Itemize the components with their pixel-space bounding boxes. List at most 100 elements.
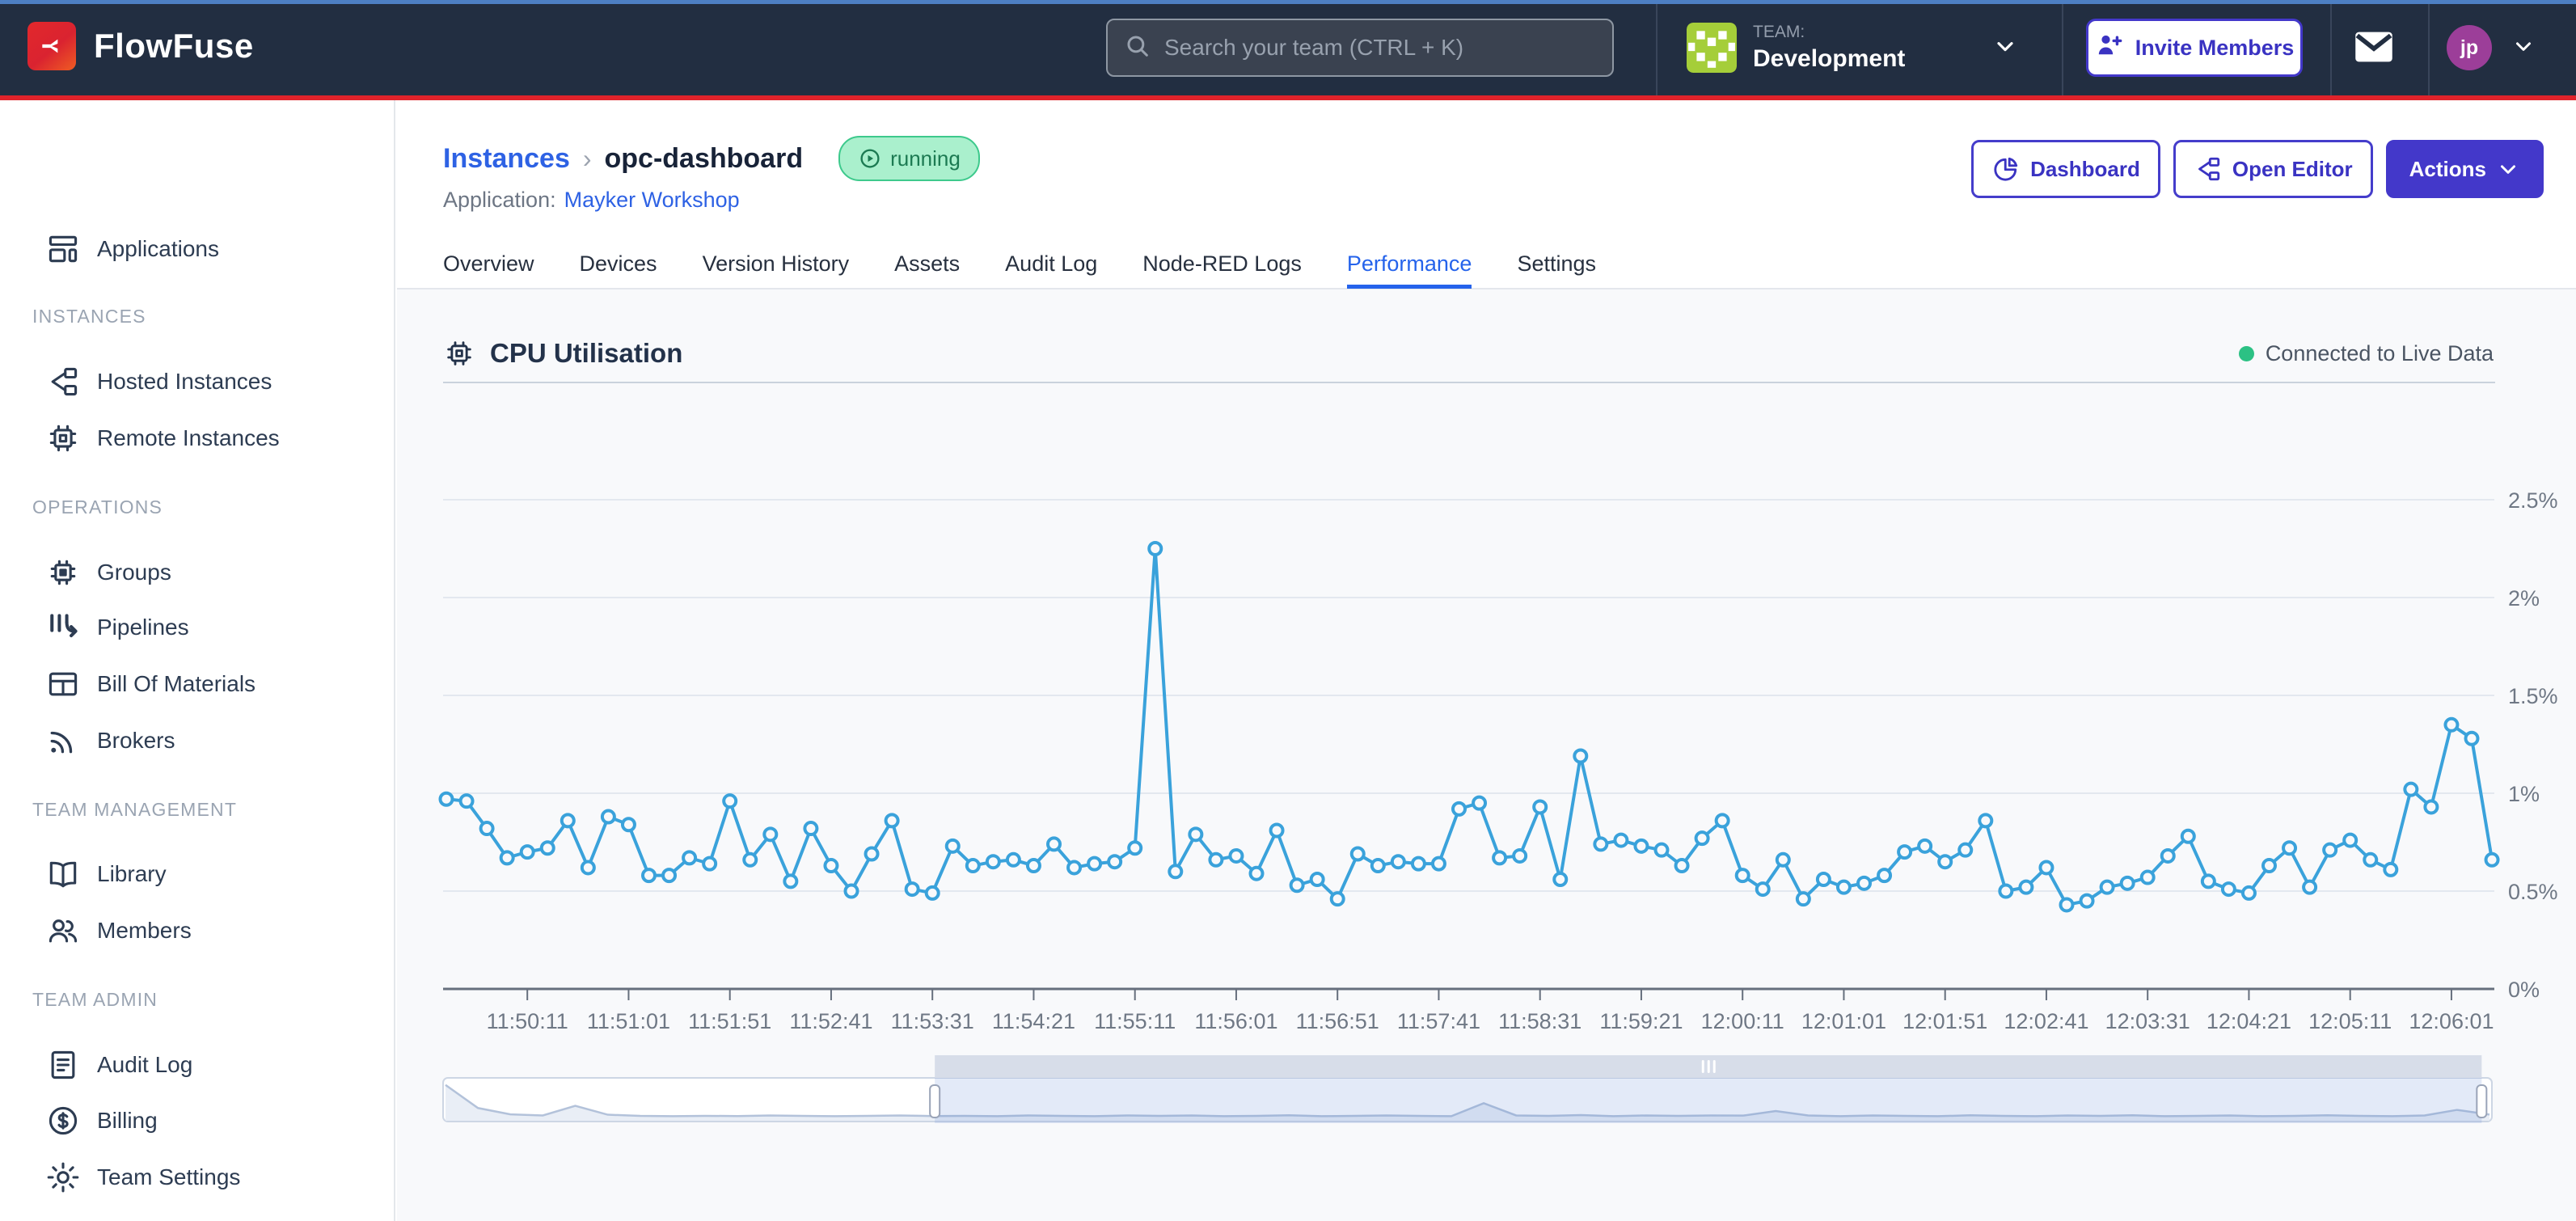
dashboard-button[interactable]: Dashboard	[1971, 140, 2160, 198]
brokers-icon	[45, 723, 81, 758]
hosted-instances-icon	[45, 364, 81, 399]
tab-performance[interactable]: Performance	[1347, 243, 1472, 289]
status-badge: running	[838, 136, 980, 181]
application-link[interactable]: Mayker Workshop	[564, 188, 740, 213]
open-editor-icon	[2194, 154, 2223, 184]
instance-tabs: Overview Devices Version History Assets …	[443, 243, 1596, 289]
section-title: CPU Utilisation	[490, 338, 682, 369]
team-name: Development	[1753, 45, 1905, 73]
team-search	[1106, 19, 1614, 77]
sidebar-item-label: Hosted Instances	[97, 369, 272, 395]
brush-right-handle[interactable]	[2477, 1085, 2486, 1117]
application-line: Application: Mayker Workshop	[443, 188, 740, 213]
sidebar-item-applications[interactable]: Applications	[0, 226, 394, 272]
breadcrumb-separator-icon: ›	[583, 144, 592, 174]
sidebar-section-team-management: TEAM MANAGEMENT	[32, 799, 237, 821]
tab-overview[interactable]: Overview	[443, 243, 534, 289]
team-avatar	[1687, 23, 1737, 73]
open-editor-button[interactable]: Open Editor	[2173, 140, 2373, 198]
sidebar-section-operations: OPERATIONS	[32, 496, 163, 518]
sidebar-item-groups[interactable]: Groups	[0, 550, 394, 595]
tab-settings[interactable]: Settings	[1517, 243, 1596, 289]
main-content: Instances › opc-dashboard running Applic…	[397, 100, 2576, 1221]
chevron-down-icon	[1992, 33, 2018, 63]
search-input[interactable]	[1163, 34, 1596, 61]
members-icon	[45, 913, 81, 948]
sidebar-item-label: Groups	[97, 560, 171, 585]
user-avatar: jp	[2447, 25, 2492, 70]
user-plus-icon	[2095, 31, 2124, 65]
chevron-down-icon	[2511, 34, 2536, 62]
billing-icon	[45, 1103, 81, 1139]
cpu-chip-icon	[443, 337, 475, 370]
team-label: TEAM:	[1753, 23, 1905, 42]
instance-actions: Dashboard Open Editor Actions	[1971, 140, 2544, 198]
sidebar-item-label: Members	[97, 918, 192, 944]
instance-name: opc-dashboard	[605, 143, 804, 175]
sidebar-item-team-settings[interactable]: Team Settings	[0, 1155, 394, 1200]
bill-of-materials-icon	[45, 666, 81, 702]
user-menu[interactable]: jp	[2447, 0, 2560, 95]
navbar-divider	[2062, 0, 2063, 95]
brush-selection[interactable]	[935, 1076, 2481, 1123]
tab-audit-log[interactable]: Audit Log	[1005, 243, 1097, 289]
sidebar-item-label: Library	[97, 861, 167, 887]
chevron-down-icon	[2496, 157, 2520, 181]
section-divider	[443, 382, 2495, 383]
sidebar-item-brokers[interactable]: Brokers	[0, 718, 394, 763]
window-accent-bar	[0, 0, 2576, 4]
live-status-label: Connected to Live Data	[2266, 341, 2494, 366]
brush-left-handle[interactable]	[930, 1085, 940, 1117]
sidebar-section-team-admin: TEAM ADMIN	[32, 989, 158, 1011]
sidebar-item-bill-of-materials[interactable]: Bill Of Materials	[0, 661, 394, 707]
actions-button-label: Actions	[2409, 157, 2486, 182]
brush-move-handle[interactable]	[935, 1055, 2481, 1078]
sidebar-item-label: Billing	[97, 1108, 158, 1134]
play-circle-icon	[858, 146, 882, 171]
pipelines-icon	[45, 610, 81, 645]
sidebar-item-label: Brokers	[97, 728, 175, 754]
flowfuse-logo[interactable]: FlowFuse	[27, 22, 254, 70]
breadcrumb-instances-link[interactable]: Instances	[443, 143, 570, 175]
actions-button[interactable]: Actions	[2386, 140, 2544, 198]
sidebar: Applications INSTANCES Hosted Instances …	[0, 100, 395, 1221]
team-settings-gear-icon	[45, 1160, 81, 1195]
flowfuse-app: FlowFuse TEAM: Development	[0, 0, 2576, 1221]
performance-header: CPU Utilisation Connected to Live Data	[443, 333, 2494, 374]
sidebar-item-billing[interactable]: Billing	[0, 1098, 394, 1143]
open-editor-button-label: Open Editor	[2232, 157, 2353, 182]
navbar-divider	[2428, 0, 2430, 95]
application-label: Application:	[443, 188, 556, 213]
sidebar-item-label: Remote Instances	[97, 425, 280, 451]
tab-node-red-logs[interactable]: Node-RED Logs	[1142, 243, 1302, 289]
search-icon	[1124, 32, 1151, 64]
notifications-mail-button[interactable]	[2348, 27, 2400, 69]
groups-icon	[45, 555, 81, 590]
breadcrumb: Instances › opc-dashboard running	[443, 136, 980, 181]
live-status: Connected to Live Data	[2239, 341, 2494, 366]
navbar-divider	[1656, 0, 1658, 95]
sidebar-item-label: Team Settings	[97, 1164, 240, 1190]
team-switcher[interactable]: TEAM: Development	[1687, 0, 2042, 95]
tab-assets[interactable]: Assets	[894, 243, 960, 289]
sidebar-item-members[interactable]: Members	[0, 908, 394, 953]
sidebar-item-hosted-instances[interactable]: Hosted Instances	[0, 359, 394, 404]
sidebar-item-remote-instances[interactable]: Remote Instances	[0, 416, 394, 461]
mail-icon	[2353, 55, 2395, 67]
remote-instances-icon	[45, 420, 81, 456]
live-status-dot	[2239, 346, 2254, 361]
dashboard-button-label: Dashboard	[2030, 157, 2140, 182]
navbar-divider	[2330, 0, 2332, 95]
library-icon	[45, 856, 81, 892]
invite-members-button[interactable]: Invite Members	[2086, 19, 2303, 77]
tab-version-history[interactable]: Version History	[703, 243, 850, 289]
status-badge-label: running	[890, 146, 961, 171]
sidebar-item-audit-log[interactable]: Audit Log	[0, 1042, 394, 1088]
sidebar-item-label: Audit Log	[97, 1052, 192, 1078]
tab-devices[interactable]: Devices	[580, 243, 657, 289]
pie-chart-icon	[1991, 154, 2021, 184]
sidebar-item-pipelines[interactable]: Pipelines	[0, 605, 394, 650]
brand-accent-line	[0, 95, 2576, 100]
top-navbar: FlowFuse TEAM: Development	[0, 0, 2576, 95]
sidebar-item-library[interactable]: Library	[0, 851, 394, 897]
